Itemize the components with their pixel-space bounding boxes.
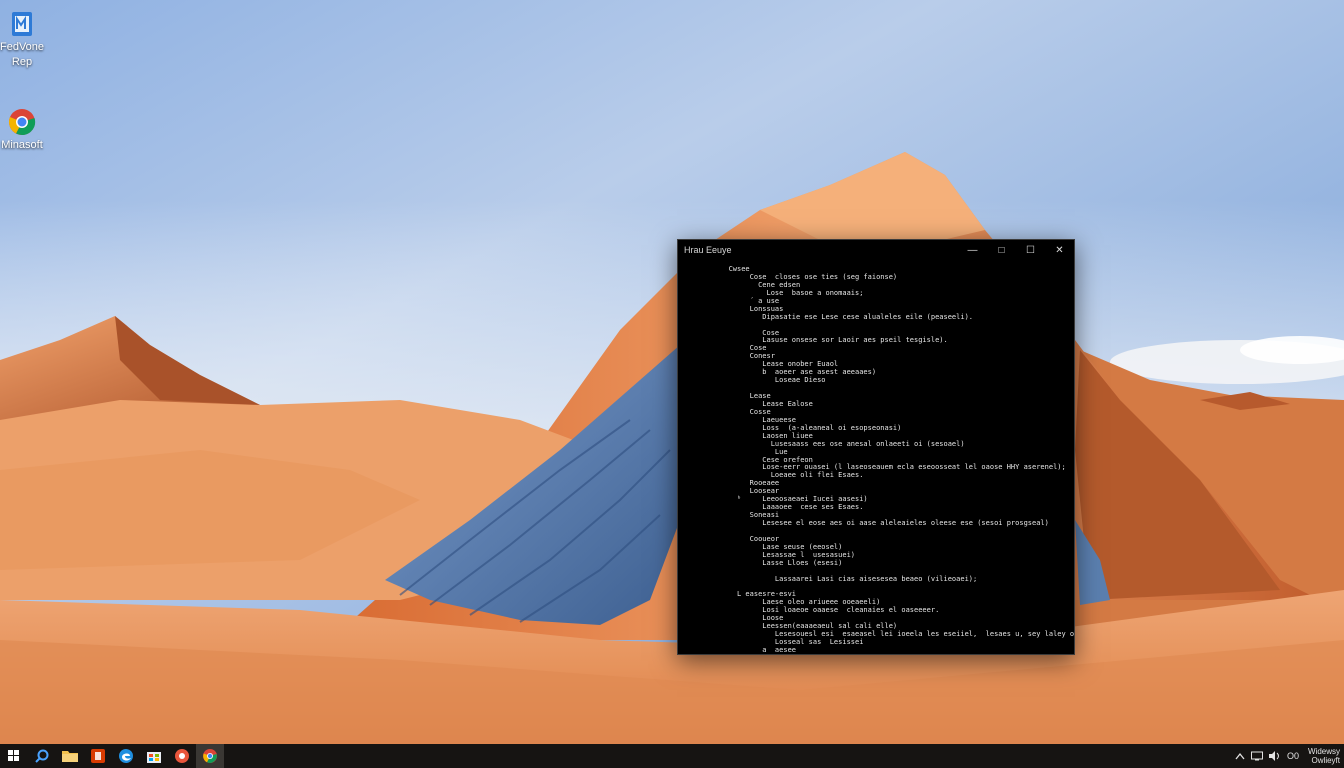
console-line: Dipasatie ese Lese cese alualeles eile (…: [678, 312, 974, 321]
desert-wallpaper: [0, 0, 1344, 744]
console-window[interactable]: Hrau Eeuye — □ ☐ ✕ Cwsee Cose closes ose…: [677, 239, 1075, 655]
desktop-icon-notepad[interactable]: FedVone Rep: [0, 10, 44, 68]
windows-logo-icon: [8, 750, 19, 761]
desktop-icon-label: FedVone: [0, 41, 45, 53]
console-line: a aesee: [678, 646, 797, 654]
search-button[interactable]: [28, 744, 56, 768]
window-title: Hrau Eeuye: [684, 245, 732, 255]
taskbar-clock[interactable]: Widewsy Owlieyft: [1302, 747, 1344, 765]
network-button[interactable]: [1248, 744, 1266, 768]
chrome-taskbar-button[interactable]: [196, 744, 224, 768]
console-line: Loseae Dieso: [678, 376, 826, 385]
office-button[interactable]: [84, 744, 112, 768]
taskbar: O0 Widewsy Owlieyft: [0, 744, 1344, 768]
restore-button[interactable]: □: [987, 240, 1016, 260]
store-icon: [147, 752, 161, 763]
tray-time-label[interactable]: O0: [1284, 744, 1302, 768]
show-hidden-icons-button[interactable]: [1232, 744, 1248, 768]
minimize-button[interactable]: —: [958, 240, 987, 260]
chrome-icon: [9, 109, 36, 136]
console-line: Lesesee el eose aes oi aase aleleaieles …: [678, 519, 1049, 527]
office-icon: [91, 749, 105, 763]
console-line: Lasse Lloes (esesi): [678, 558, 843, 567]
folder-icon: [62, 751, 78, 762]
close-button[interactable]: ✕: [1045, 240, 1074, 260]
console-output[interactable]: Cwsee Cose closes ose ties (seg faionse)…: [678, 260, 1074, 654]
start-button[interactable]: [0, 744, 28, 768]
clock-line-1: Widewsy: [1307, 747, 1340, 756]
maximize-button[interactable]: ☐: [1016, 240, 1045, 260]
desktop-icon-label: Minasoft: [1, 139, 43, 151]
photos-icon: [175, 749, 189, 763]
chevron-up-icon: [1235, 752, 1245, 760]
notepad-icon: [12, 12, 32, 36]
network-icon: [1250, 751, 1263, 761]
edge-icon: [119, 749, 133, 763]
clock-line-2: Owlieyft: [1311, 756, 1340, 765]
volume-icon: [1268, 751, 1279, 761]
desktop: FedVone Rep Minasoft: [0, 0, 1344, 744]
console-line: Lassaarei Lasi cias aisesesea beaeo (vil…: [678, 574, 978, 583]
edge-button[interactable]: [112, 744, 140, 768]
photos-button[interactable]: [168, 744, 196, 768]
desktop-icon-chrome[interactable]: Minasoft: [0, 108, 44, 151]
store-button[interactable]: [140, 744, 168, 768]
chrome-icon: [203, 749, 217, 763]
window-titlebar[interactable]: Hrau Eeuye — □ ☐ ✕: [678, 240, 1074, 260]
search-icon: [35, 749, 49, 763]
desktop-icon-sublabel: Rep: [11, 56, 33, 68]
volume-button[interactable]: [1266, 744, 1284, 768]
file-explorer-button[interactable]: [56, 744, 84, 768]
system-tray: O0 Widewsy Owlieyft: [1232, 744, 1344, 768]
